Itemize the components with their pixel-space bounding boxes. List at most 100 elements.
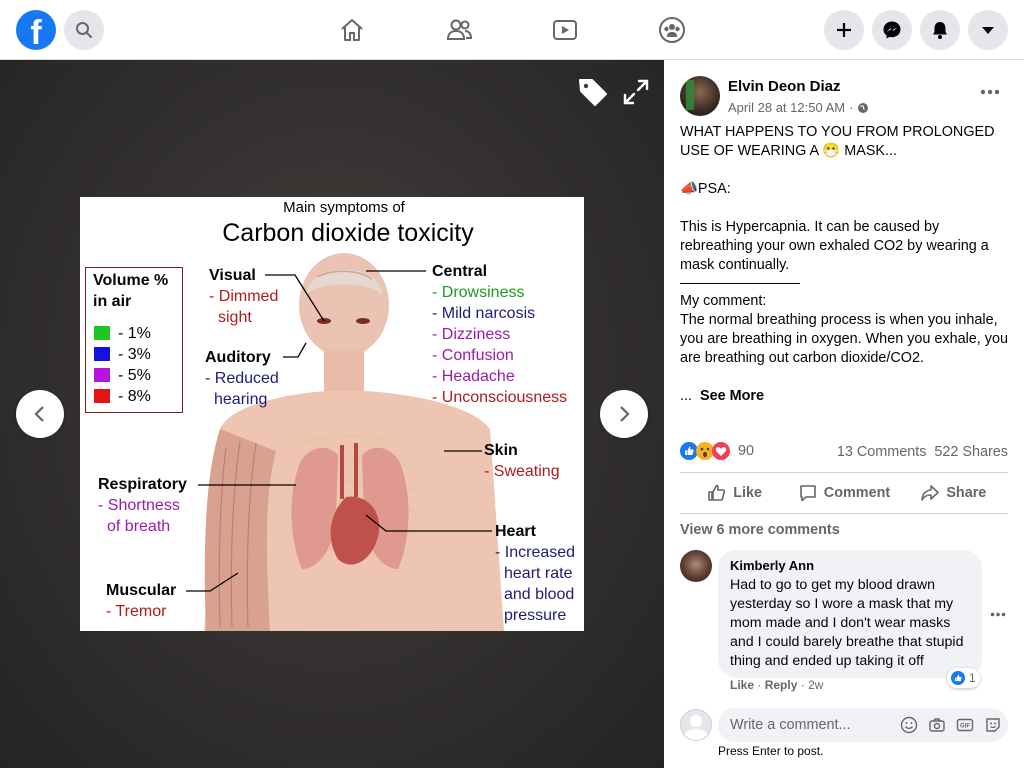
- post-meta: April 28 at 12:50 AM ·: [728, 100, 869, 115]
- heart-symptom-line3: and blood: [504, 586, 575, 603]
- auditory-heading: Auditory: [205, 349, 271, 366]
- respiratory-symptom-line2: of breath: [107, 518, 171, 535]
- shares-count[interactable]: 522 Shares: [934, 444, 1008, 460]
- comment-input-placeholder: Write a comment...: [730, 717, 851, 733]
- facebook-logo[interactable]: f: [16, 10, 56, 50]
- post-text-headline: WHAT HAPPENS TO YOU FROM PROLONGED USE O…: [680, 124, 995, 159]
- post-options-button[interactable]: [976, 82, 1004, 106]
- like-label: Like: [733, 485, 763, 501]
- legend-swatch-4: [94, 389, 110, 403]
- comment-reaction-badge[interactable]: 1: [947, 668, 980, 688]
- heart-heading: Heart: [495, 523, 536, 540]
- notifications-button[interactable]: [920, 10, 960, 50]
- comment-sep-2: ·: [800, 678, 805, 692]
- central-symptom-1: - Drowsiness: [432, 284, 525, 301]
- see-more-row: ... See More: [680, 387, 1014, 406]
- like-reaction-icon: [951, 671, 965, 685]
- comment-options-button[interactable]: [990, 604, 1006, 622]
- comments-count[interactable]: 13 Comments: [837, 444, 927, 460]
- comment-reply-link[interactable]: Reply: [765, 678, 798, 692]
- emoji-icon[interactable]: [900, 716, 918, 734]
- friends-tab[interactable]: [443, 14, 475, 46]
- legend-title-line1: Volume %: [93, 272, 169, 289]
- post-actions-bar: Like Comment Share: [680, 476, 1008, 510]
- visual-heading: Visual: [209, 267, 256, 284]
- legend-title-line2: in air: [93, 293, 132, 310]
- current-user-avatar[interactable]: [680, 709, 712, 741]
- home-icon: [341, 19, 363, 41]
- messenger-button[interactable]: [872, 10, 912, 50]
- legend-swatch-3: [94, 368, 110, 382]
- heart-symptom-line2: heart rate: [504, 565, 573, 582]
- gif-icon[interactable]: GIF: [956, 716, 974, 734]
- groups-icon: [659, 17, 685, 43]
- create-icon: [837, 23, 851, 37]
- top-navigation-bar: f: [0, 0, 1024, 60]
- legend-swatch-2: [94, 347, 110, 361]
- photo-viewer: Main symptoms of Carbon dioxide toxicity…: [0, 60, 664, 768]
- visual-symptom-line2: sight: [218, 309, 252, 326]
- legend-label-3: - 5%: [118, 367, 151, 384]
- camera-icon[interactable]: [928, 716, 946, 734]
- legend: Volume % in air - 1% - 3% - 5% - 8%: [85, 267, 183, 413]
- skin-heading: Skin: [484, 442, 518, 459]
- globe-icon: [858, 102, 869, 113]
- see-more-link[interactable]: See More: [700, 388, 764, 404]
- legend-label-1: - 1%: [118, 325, 151, 342]
- write-comment-row: Write a comment... GIF: [680, 708, 1008, 742]
- tag-photo-icon[interactable]: [577, 76, 609, 108]
- central-symptom-6: - Unconsciousness: [432, 389, 568, 406]
- post-author-name[interactable]: Elvin Deon Diaz: [728, 78, 841, 95]
- legend-swatch-1: [94, 326, 110, 340]
- legend-label-4: - 8%: [118, 388, 151, 405]
- watch-tab[interactable]: [549, 14, 581, 46]
- author-avatar[interactable]: [680, 76, 720, 116]
- comment-time[interactable]: 2w: [808, 678, 823, 692]
- comment-button[interactable]: Comment: [789, 476, 898, 510]
- infographic-subtitle: Main symptoms of: [283, 199, 406, 216]
- default-user-icon: [684, 715, 708, 740]
- comment-sep-1: ·: [757, 678, 762, 692]
- central-symptom-5: - Headache: [432, 368, 515, 385]
- fullscreen-icon[interactable]: [620, 76, 652, 108]
- central-heading: Central: [432, 263, 488, 280]
- commenter-avatar[interactable]: [680, 550, 712, 582]
- post-stats: 13 Comments 522 Shares: [837, 444, 1008, 460]
- view-more-comments-link[interactable]: View 6 more comments: [680, 522, 840, 538]
- post-text-comment-label: My comment:: [680, 293, 767, 309]
- next-photo-button[interactable]: [600, 390, 648, 438]
- create-button[interactable]: [824, 10, 864, 50]
- post-date[interactable]: April 28 at 12:50 AM: [728, 100, 845, 115]
- sticker-icon[interactable]: [984, 716, 1002, 734]
- post-text-hypercapnia: This is Hypercapnia. It can be caused by…: [680, 219, 989, 273]
- reactions-summary[interactable]: 90: [680, 442, 754, 460]
- co2-toxicity-infographic: Main symptoms of Carbon dioxide toxicity…: [80, 197, 584, 631]
- muscular-heading: Muscular: [106, 582, 177, 599]
- previous-photo-button[interactable]: [16, 390, 64, 438]
- groups-tab[interactable]: [656, 14, 688, 46]
- comment-input-tools: GIF: [900, 716, 1002, 734]
- auditory-symptom-line2: hearing: [214, 391, 268, 408]
- comment-like-link[interactable]: Like: [730, 678, 754, 692]
- like-button[interactable]: Like: [680, 476, 789, 510]
- comment-label: Comment: [823, 485, 891, 501]
- search-button[interactable]: [64, 10, 104, 50]
- comment-text: Had to go to get my blood drawn yesterda…: [730, 577, 964, 669]
- muscular-symptom: - Tremor: [106, 603, 167, 620]
- account-menu-button[interactable]: [968, 10, 1008, 50]
- thumbs-up-icon: [708, 484, 726, 501]
- comment-bubble: Kimberly Ann Had to go to get my blood d…: [718, 550, 982, 678]
- visual-symptom-line1: - Dimmed: [209, 288, 279, 305]
- heart-symptom-line1: - Increased: [495, 544, 576, 561]
- share-button[interactable]: Share: [899, 476, 1008, 510]
- logo-letter: f: [30, 14, 42, 50]
- ellipsis: ...: [680, 388, 692, 404]
- comment-author[interactable]: Kimberly Ann: [730, 558, 970, 573]
- watch-icon: [553, 20, 577, 40]
- love-reaction-icon: [712, 442, 730, 460]
- comment-input[interactable]: Write a comment... GIF: [718, 708, 1008, 742]
- home-tab[interactable]: [336, 14, 368, 46]
- more-horizontal-icon: [980, 89, 1000, 95]
- post-body: WHAT HAPPENS TO YOU FROM PROLONGED USE O…: [680, 123, 1014, 406]
- comment-icon: [799, 485, 816, 502]
